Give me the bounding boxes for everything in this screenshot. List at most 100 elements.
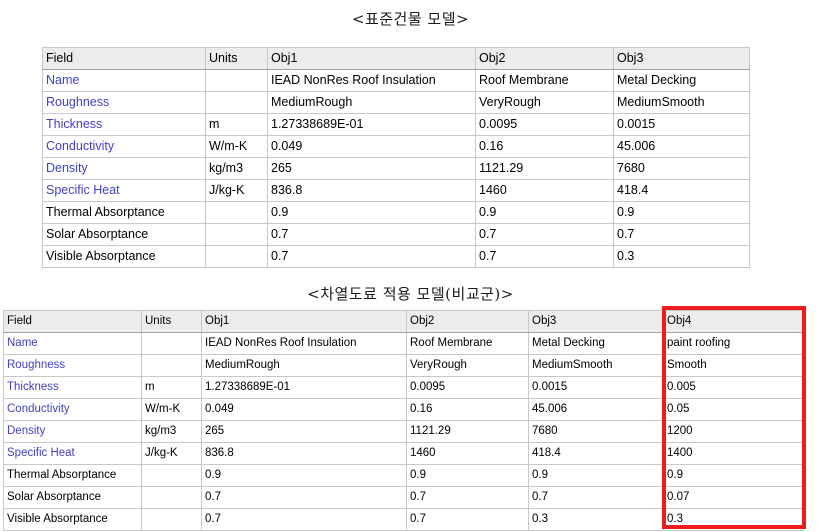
cell-obj1: 0.7 bbox=[267, 245, 476, 268]
table-row: Name IEAD NonRes Roof Insulation Roof Memb… bbox=[3, 332, 804, 355]
column-header-obj3: Obj3 bbox=[613, 47, 750, 70]
cell-obj2: 0.7 bbox=[475, 223, 614, 246]
cell-units bbox=[205, 69, 268, 92]
cell-obj1: 0.9 bbox=[267, 201, 476, 224]
column-header-field: Field bbox=[3, 310, 142, 333]
coated-model-table-body: Name IEAD NonRes Roof Insulation Roof Memb… bbox=[3, 332, 804, 531]
cell-field: Thermal Absorptance bbox=[42, 201, 206, 224]
table-row: Roughness MediumRough VeryRough MediumSmoot… bbox=[42, 91, 750, 114]
table-row: Specific Heat J/kg-K 836.8 1460 418.4 1400 bbox=[3, 442, 804, 465]
cell-obj1: 0.7 bbox=[201, 486, 407, 509]
cell-units: m bbox=[141, 376, 202, 399]
cell-field: Thickness bbox=[42, 113, 206, 136]
cell-obj2: 0.16 bbox=[475, 135, 614, 158]
table-row: Solar Absorptance 0.7 0.7 0.7 0.07 bbox=[3, 486, 804, 509]
cell-units bbox=[141, 508, 202, 531]
cell-obj1: 0.7 bbox=[267, 223, 476, 246]
table-row: Solar Absorptance 0.7 0.7 0.7 bbox=[42, 223, 750, 246]
table-row: Thickness m 1.27338689E-01 0.0095 0.0015 bbox=[42, 113, 750, 136]
cell-obj4: 0.9 bbox=[663, 464, 804, 487]
cell-field: Solar Absorptance bbox=[3, 486, 142, 509]
cell-units: m bbox=[205, 113, 268, 136]
cell-obj2: 0.7 bbox=[406, 508, 529, 531]
cell-obj1: IEAD NonRes Roof Insulation bbox=[267, 69, 476, 92]
cell-field: Name bbox=[3, 332, 142, 355]
cell-obj2: Roof Membrane bbox=[475, 69, 614, 92]
column-header-obj1: Obj1 bbox=[267, 47, 476, 70]
cell-obj2: 0.0095 bbox=[406, 376, 529, 399]
column-header-obj1: Obj1 bbox=[201, 310, 407, 333]
table-row: Specific Heat J/kg-K 836.8 1460 418.4 bbox=[42, 179, 750, 202]
cell-obj3: 0.9 bbox=[613, 201, 750, 224]
cell-obj1: 1.27338689E-01 bbox=[267, 113, 476, 136]
cell-obj4: 0.005 bbox=[663, 376, 804, 399]
cell-obj3: 45.006 bbox=[613, 135, 750, 158]
cell-obj3: 7680 bbox=[613, 157, 750, 180]
cell-field: Name bbox=[42, 69, 206, 92]
cell-obj1: 1.27338689E-01 bbox=[201, 376, 407, 399]
cell-obj3: 0.7 bbox=[613, 223, 750, 246]
cell-obj3: 418.4 bbox=[528, 442, 664, 465]
table-row: Thermal Absorptance 0.9 0.9 0.9 0.9 bbox=[3, 464, 804, 487]
cell-obj3: MediumSmooth bbox=[613, 91, 750, 114]
table-row: Roughness MediumRough VeryRough MediumSmoot… bbox=[3, 354, 804, 377]
cell-obj3: 0.0015 bbox=[613, 113, 750, 136]
cell-obj2: VeryRough bbox=[475, 91, 614, 114]
table-header-row: Field Units Obj1 Obj2 Obj3 Obj4 bbox=[3, 310, 804, 333]
table-row: Visible Absorptance 0.7 0.7 0.3 0.3 bbox=[3, 508, 804, 531]
cell-obj2: 1121.29 bbox=[475, 157, 614, 180]
column-header-units: Units bbox=[205, 47, 268, 70]
table-row: Visible Absorptance 0.7 0.7 0.3 bbox=[42, 245, 750, 268]
cell-units: kg/m3 bbox=[205, 157, 268, 180]
cell-units bbox=[205, 91, 268, 114]
cell-obj4: 1200 bbox=[663, 420, 804, 443]
cell-field: Roughness bbox=[3, 354, 142, 377]
cell-obj1: 836.8 bbox=[201, 442, 407, 465]
standard-model-caption: <표준건물 모델> bbox=[351, 10, 470, 28]
cell-obj2: 1121.29 bbox=[406, 420, 529, 443]
table-row: Name IEAD NonRes Roof Insulation Roof Memb… bbox=[42, 69, 750, 92]
table-row: Thickness m 1.27338689E-01 0.0095 0.0015 0.00… bbox=[3, 376, 804, 399]
cell-obj2: 0.0095 bbox=[475, 113, 614, 136]
cell-obj2: 0.9 bbox=[475, 201, 614, 224]
coated-model-table: Field Units Obj1 Obj2 Obj3 Obj4 Name IEAD… bbox=[3, 310, 804, 531]
cell-units: J/kg-K bbox=[205, 179, 268, 202]
cell-obj1: 0.7 bbox=[201, 508, 407, 531]
cell-obj2: 0.7 bbox=[475, 245, 614, 268]
cell-obj1: 265 bbox=[201, 420, 407, 443]
cell-field: Specific Heat bbox=[3, 442, 142, 465]
cell-field: Thickness bbox=[3, 376, 142, 399]
column-header-units: Units bbox=[141, 310, 202, 333]
cell-obj3: 0.3 bbox=[613, 245, 750, 268]
cell-obj3: 418.4 bbox=[613, 179, 750, 202]
table-header-row: Field Units Obj1 Obj2 Obj3 bbox=[42, 47, 750, 70]
cell-units bbox=[205, 245, 268, 268]
cell-obj2: Roof Membrane bbox=[406, 332, 529, 355]
cell-units bbox=[141, 354, 202, 377]
standard-model-table-header: Field Units Obj1 Obj2 Obj3 bbox=[42, 47, 750, 70]
coated-model-table-header: Field Units Obj1 Obj2 Obj3 Obj4 bbox=[3, 310, 804, 333]
cell-field: Thermal Absorptance bbox=[3, 464, 142, 487]
cell-obj4: Smooth bbox=[663, 354, 804, 377]
cell-units bbox=[205, 201, 268, 224]
cell-field: Visible Absorptance bbox=[3, 508, 142, 531]
table-row: Thermal Absorptance 0.9 0.9 0.9 bbox=[42, 201, 750, 224]
cell-obj2: 1460 bbox=[406, 442, 529, 465]
table-row: Conductivity W/m-K 0.049 0.16 45.006 0.05 bbox=[3, 398, 804, 421]
cell-obj2: 0.16 bbox=[406, 398, 529, 421]
table-row: Density kg/m3 265 1121.29 7680 bbox=[42, 157, 750, 180]
cell-obj3: Metal Decking bbox=[613, 69, 750, 92]
cell-obj3: 0.9 bbox=[528, 464, 664, 487]
cell-units: kg/m3 bbox=[141, 420, 202, 443]
cell-obj2: VeryRough bbox=[406, 354, 529, 377]
cell-obj2: 0.9 bbox=[406, 464, 529, 487]
cell-units bbox=[141, 332, 202, 355]
cell-obj1: MediumRough bbox=[201, 354, 407, 377]
cell-obj4: 0.3 bbox=[663, 508, 804, 531]
cell-field: Solar Absorptance bbox=[42, 223, 206, 246]
table-row: Conductivity W/m-K 0.049 0.16 45.006 bbox=[42, 135, 750, 158]
column-header-obj4: Obj4 bbox=[663, 310, 804, 333]
cell-obj1: 0.049 bbox=[267, 135, 476, 158]
cell-obj3: 45.006 bbox=[528, 398, 664, 421]
cell-units: W/m-K bbox=[141, 398, 202, 421]
